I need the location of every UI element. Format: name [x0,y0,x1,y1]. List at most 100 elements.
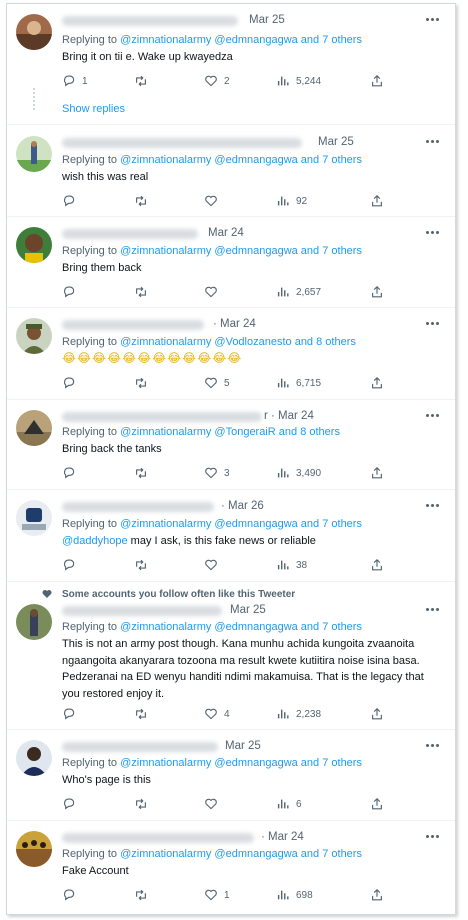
avatar[interactable] [16,14,52,50]
avatar[interactable] [16,410,52,446]
mention-link[interactable]: @zimnationalarmy [120,518,211,530]
retweet-button[interactable] [134,706,154,722]
reply-tweet[interactable]: Mar 24 Replying to @zimnationalarmy @edm… [7,217,455,308]
tweet-date[interactable]: · Mar 24 [213,318,256,330]
retweet-button[interactable] [134,284,154,300]
share-button[interactable] [370,706,384,722]
reply-button[interactable] [62,557,82,573]
tweet-date[interactable]: Mar 25 [318,136,354,148]
reply-tweet[interactable]: · Mar 26 Replying to @zimnationalarmy @e… [7,490,455,582]
reply-button[interactable] [62,375,82,391]
share-button[interactable] [370,193,384,209]
like-button[interactable]: 2 [204,73,230,89]
like-button[interactable] [204,193,224,209]
more-icon[interactable] [425,604,441,614]
reply-tweet[interactable]: Mar 25 Replying to @zimnationalarmy @edm… [7,730,455,821]
mention-link[interactable]: @edmnangagwa and 7 others [214,518,362,530]
mention-link[interactable]: @zimnationalarmy [120,621,211,633]
more-icon[interactable] [425,227,441,237]
share-button[interactable] [370,887,384,903]
more-icon[interactable] [425,740,441,750]
mention-link[interactable]: @daddyhope [62,535,128,547]
mention-link[interactable]: @zimnationalarmy [120,848,211,860]
mention-link[interactable]: @zimnationalarmy [120,757,211,769]
retweet-button[interactable] [134,887,154,903]
views-button[interactable]: 6,715 [276,375,321,391]
avatar[interactable] [16,831,52,867]
share-button[interactable] [370,284,384,300]
show-replies-link[interactable]: Show replies [62,103,125,115]
reply-tweet[interactable]: Mar 25 Replying to @zimnationalarmy @edm… [7,4,455,125]
reply-button[interactable] [62,887,82,903]
reply-button[interactable] [62,796,82,812]
reply-tweet[interactable]: · Mar 24 Replying to @zimnationalarmy @e… [7,821,455,914]
tweet-date[interactable]: r · Mar 24 [264,410,314,422]
views-button[interactable]: 5,244 [276,73,321,89]
retweet-button[interactable] [134,557,154,573]
views-button[interactable]: 6 [276,796,302,812]
like-button[interactable] [204,796,224,812]
like-button[interactable]: 5 [204,375,230,391]
retweet-button[interactable] [134,73,154,89]
retweet-button[interactable] [134,375,154,391]
like-button[interactable]: 3 [204,465,230,481]
mention-link[interactable]: @Vodlozanesto and 8 others [214,336,355,348]
tweet-date[interactable]: Mar 25 [249,14,285,26]
more-icon[interactable] [425,831,441,841]
share-button[interactable] [370,465,384,481]
views-button[interactable]: 2,238 [276,706,321,722]
mention-link[interactable]: @zimnationalarmy [120,426,211,438]
like-button[interactable]: 1 [204,887,230,903]
like-button[interactable] [204,557,224,573]
views-button[interactable]: 92 [276,193,307,209]
mention-link[interactable]: @edmnangagwa and 7 others [214,848,362,860]
avatar[interactable] [16,740,52,776]
reply-button[interactable] [62,706,82,722]
retweet-button[interactable] [134,796,154,812]
share-button[interactable] [370,557,384,573]
like-button[interactable] [204,284,224,300]
avatar[interactable] [16,604,52,640]
tweet-date[interactable]: Mar 25 [230,604,266,616]
avatar[interactable] [16,500,52,536]
tweet-date[interactable]: · Mar 24 [261,831,304,843]
views-button[interactable]: 698 [276,887,313,903]
views-button[interactable]: 38 [276,557,307,573]
mention-link[interactable]: @edmnangagwa and 7 others [214,154,362,166]
reply-button[interactable] [62,193,82,209]
reply-button[interactable] [62,465,82,481]
mention-link[interactable]: @edmnangagwa and 7 others [214,757,362,769]
more-icon[interactable] [425,14,441,24]
share-button[interactable] [370,375,384,391]
tweet-date[interactable]: Mar 25 [225,740,261,752]
retweet-button[interactable] [134,193,154,209]
views-button[interactable]: 3,490 [276,465,321,481]
mention-link[interactable]: @edmnangagwa and 7 others [214,245,362,257]
mention-link[interactable]: @zimnationalarmy [120,245,211,257]
tweet-date[interactable]: Mar 24 [208,227,244,239]
more-icon[interactable] [425,500,441,510]
retweet-button[interactable] [134,465,154,481]
views-button[interactable]: 2,657 [276,284,321,300]
tweet-date[interactable]: · Mar 26 [221,500,264,512]
reply-tweet[interactable]: r · Mar 24 Replying to @zimnationalarmy … [7,400,455,490]
share-button[interactable] [370,73,384,89]
avatar[interactable] [16,227,52,263]
avatar[interactable] [16,318,52,354]
reply-button[interactable]: 1 [62,73,88,89]
mention-link[interactable]: @zimnationalarmy [120,154,211,166]
reply-tweet[interactable]: · Mar 24 Replying to @zimnationalarmy @V… [7,308,455,400]
share-button[interactable] [370,796,384,812]
more-icon[interactable] [425,410,441,420]
reply-button[interactable] [62,284,82,300]
mention-link[interactable]: @zimnationalarmy [120,34,211,46]
mention-link[interactable]: @edmnangagwa and 7 others [214,621,362,633]
like-button[interactable]: 4 [204,706,230,722]
more-icon[interactable] [425,318,441,328]
mention-link[interactable]: @TongeraiR and 8 others [214,426,340,438]
mention-link[interactable]: @zimnationalarmy [120,336,211,348]
avatar[interactable] [16,136,52,172]
reply-tweet[interactable]: Some accounts you follow often like this… [7,582,455,730]
reply-tweet[interactable]: Mar 25 Replying to @zimnationalarmy @edm… [7,125,455,217]
more-icon[interactable] [425,136,441,146]
